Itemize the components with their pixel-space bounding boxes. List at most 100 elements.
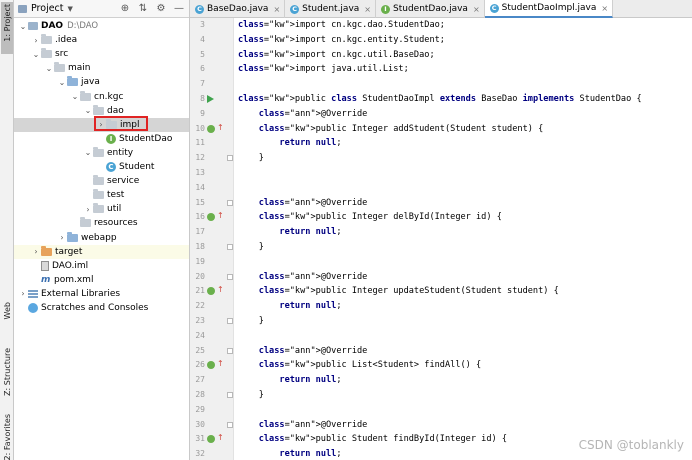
editor-tab[interactable]: C Student.java × — [285, 0, 376, 18]
project-tool-tab[interactable]: 1: Project — [1, 2, 13, 54]
tree-item[interactable]: ⌄ java — [14, 75, 189, 89]
chevron-down-icon[interactable]: ⌄ — [44, 64, 54, 73]
tree-item[interactable]: m pom.xml — [14, 273, 189, 287]
tree-item[interactable]: ⌄ src — [14, 47, 189, 61]
tree-item[interactable]: test — [14, 188, 189, 202]
gutter-line: 10 ↑ — [190, 122, 234, 137]
fold-icon[interactable] — [227, 155, 233, 162]
editor-tab[interactable]: C BaseDao.java × — [190, 0, 286, 18]
run-icon[interactable] — [207, 95, 214, 103]
line-number: 25 — [195, 345, 205, 355]
line-number: 7 — [200, 79, 205, 89]
favorites-tool-tab-label: 2: Favorites — [2, 414, 12, 460]
implements-method-icon[interactable] — [207, 435, 215, 444]
editor-tab[interactable]: I StudentDao.java × — [376, 0, 485, 18]
close-icon[interactable]: × — [273, 5, 280, 14]
fold-icon[interactable] — [227, 244, 233, 250]
gutter-line: 3 — [190, 18, 234, 33]
tree-item[interactable]: service — [14, 174, 189, 188]
editor-tab-label: StudentDao.java — [393, 4, 468, 14]
editor-gutter: 3 4 5 6 7 8 9 10 ↑ 11 12 13 14 15 16 ↑ 17 18 19 20 21 ↑ 22 23 24… — [190, 18, 234, 460]
project-view-selector[interactable]: Project — [31, 3, 64, 14]
code-line: class="kw">import cn.kgc.dao.StudentDao; — [238, 20, 445, 30]
scratches-icon — [28, 303, 38, 313]
gutter-line: 14 — [190, 181, 234, 196]
tree-item[interactable]: › util — [14, 202, 189, 216]
web-tool-tab[interactable]: Web — [1, 302, 13, 319]
chevron-down-icon[interactable]: ⌄ — [70, 92, 80, 101]
folder-icon — [54, 62, 65, 73]
gutter-line: 15 — [190, 196, 234, 211]
tree-item[interactable]: ⌄ main — [14, 61, 189, 75]
chevron-down-icon[interactable]: ⌄ — [83, 106, 93, 115]
chevron-right-icon[interactable]: › — [18, 289, 28, 298]
line-number: 27 — [195, 375, 205, 385]
favorites-tool-tab[interactable]: 2: Favorites — [1, 414, 13, 460]
tree-item-label: Scratches and Consoles — [41, 303, 149, 313]
chevron-right-icon[interactable]: › — [31, 247, 41, 256]
code-line: class="kw">public Integer delById(Intege… — [258, 212, 502, 223]
web-folder-icon — [67, 231, 78, 242]
line-number: 9 — [200, 108, 205, 118]
chevron-right-icon[interactable]: › — [83, 205, 93, 214]
line-number: 5 — [200, 49, 205, 59]
code-line: return null; — [279, 449, 342, 460]
line-number: 28 — [195, 390, 205, 399]
tree-item[interactable]: DAO.iml — [14, 259, 189, 273]
highlight-box — [94, 116, 148, 131]
structure-tool-tab[interactable]: Z: Structure — [1, 348, 13, 396]
implements-method-icon[interactable] — [207, 287, 215, 296]
close-icon[interactable]: × — [473, 5, 480, 14]
chevron-down-icon[interactable]: ⌄ — [83, 148, 93, 157]
target-icon[interactable]: ⊕ — [119, 2, 131, 15]
fold-icon[interactable] — [227, 199, 233, 206]
tree-item[interactable]: Scratches and Consoles — [14, 301, 189, 315]
tree-item[interactable]: ⌄ entity — [14, 146, 189, 160]
tree-item[interactable]: ⌄ DAO D:\DAO — [14, 19, 189, 33]
tree-item-label: main — [68, 63, 91, 74]
fold-icon[interactable] — [227, 273, 233, 280]
chevron-down-icon[interactable]: ▼ — [68, 5, 73, 13]
tree-item[interactable]: › .idea — [14, 33, 189, 47]
tree-item[interactable]: › External Libraries — [14, 287, 189, 301]
gutter-line: 11 — [190, 136, 234, 151]
tree-item[interactable]: resources — [14, 216, 189, 230]
chevron-down-icon[interactable]: ⌄ — [31, 50, 41, 59]
close-icon[interactable]: × — [601, 4, 608, 13]
implements-method-icon[interactable] — [207, 124, 215, 133]
code-editor[interactable]: 3 4 5 6 7 8 9 10 ↑ 11 12 13 14 15 16 ↑ 17 18 19 20 21 ↑ 22 23 24… — [190, 18, 692, 460]
hide-icon[interactable]: — — [173, 2, 185, 15]
code-line: class="kw">import cn.kgc.entity.Student; — [238, 34, 445, 45]
folder-icon — [41, 48, 52, 59]
tree-item[interactable]: I StudentDao — [14, 132, 189, 146]
package-icon — [80, 90, 91, 101]
arrow-up-icon: ↑ — [217, 433, 224, 443]
implements-method-icon[interactable] — [207, 213, 215, 222]
chevron-right-icon[interactable]: › — [57, 233, 67, 242]
chevron-down-icon[interactable]: ⌄ — [57, 78, 67, 87]
tree-item[interactable]: › target — [14, 244, 189, 259]
class-icon: C — [489, 3, 499, 13]
gutter-line: 25 — [190, 344, 234, 359]
collapse-icon[interactable]: ⇅ — [137, 2, 149, 15]
line-number: 31 — [195, 434, 205, 444]
editor-tab[interactable]: C StudentDaoImpl.java × — [484, 0, 614, 18]
gear-icon[interactable]: ⚙ — [155, 2, 167, 15]
fold-icon[interactable] — [227, 318, 233, 324]
close-icon[interactable]: × — [364, 5, 371, 14]
line-number: 24 — [195, 330, 205, 340]
fold-icon[interactable] — [227, 347, 233, 354]
line-number: 6 — [200, 64, 205, 74]
gutter-line: 22 — [190, 299, 234, 314]
fold-icon[interactable] — [227, 392, 233, 398]
fold-icon[interactable] — [227, 421, 233, 428]
tree-item[interactable]: ⌄ cn.kgc — [14, 90, 189, 104]
line-number: 30 — [195, 419, 205, 429]
arrow-up-icon: ↑ — [217, 285, 224, 295]
chevron-right-icon[interactable]: › — [31, 36, 41, 45]
chevron-down-icon[interactable]: ⌄ — [18, 22, 28, 31]
tree-item[interactable]: › webapp — [14, 231, 189, 245]
project-view-icon — [18, 4, 27, 13]
implements-method-icon[interactable] — [207, 361, 215, 370]
tree-item[interactable]: C Student — [14, 160, 189, 174]
